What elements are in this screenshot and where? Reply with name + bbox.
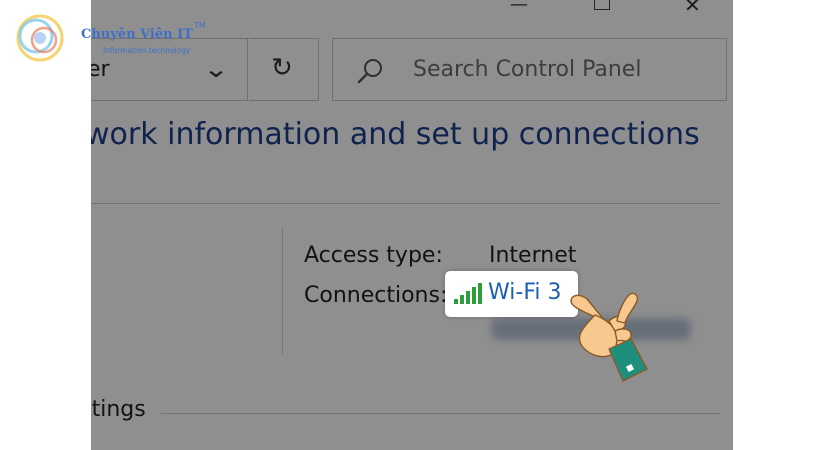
- background-left: [0, 0, 91, 450]
- screenshot-stage: — ✕ er ⌄ ↻ Search Control Panel work inf…: [0, 0, 820, 450]
- watermark-logo: Chuyên Viên IT TM Information technology: [8, 8, 218, 66]
- logo-icon: [16, 14, 64, 62]
- pointing-hand-icon: [570, 292, 648, 382]
- background-right: [733, 0, 820, 450]
- wifi-signal-icon: [454, 283, 482, 304]
- wifi-link-text[interactable]: Wi-Fi 3: [488, 280, 561, 305]
- watermark-name: Chuyên Viên IT: [81, 27, 193, 42]
- watermark-tm: TM: [194, 21, 206, 30]
- wifi-connection-link[interactable]: Wi-Fi 3: [445, 271, 578, 317]
- dim-overlay: [0, 0, 820, 450]
- watermark-tagline: Information technology: [103, 46, 191, 55]
